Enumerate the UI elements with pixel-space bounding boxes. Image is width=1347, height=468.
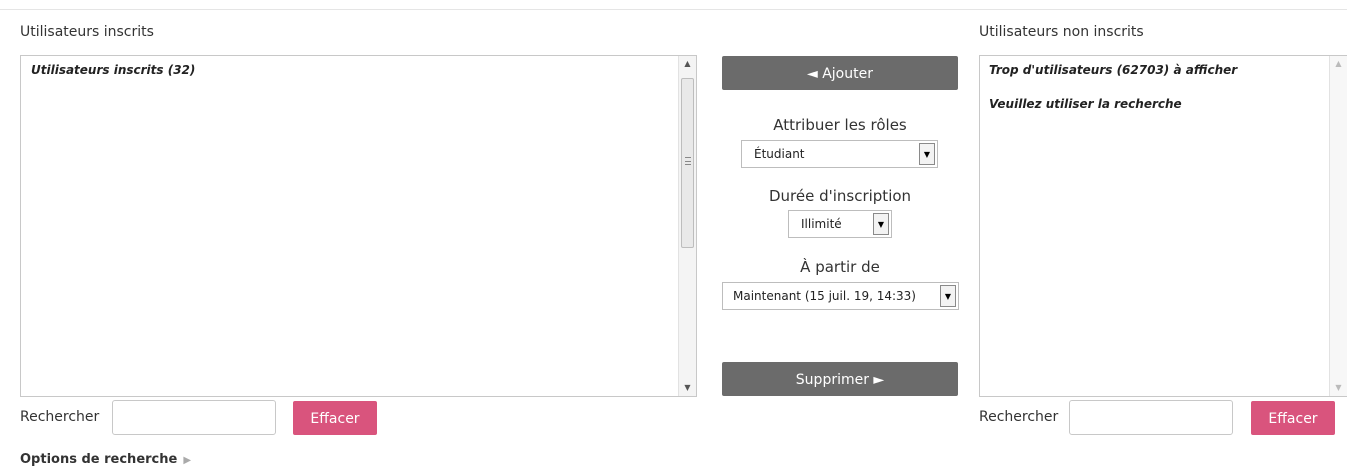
non-enrolled-users-title: Utilisateurs non inscrits — [979, 24, 1144, 40]
non-enrolled-search-input[interactable] — [1069, 400, 1233, 435]
chevron-right-icon: ▶ — [183, 455, 192, 466]
roles-select[interactable]: Étudiant ▼ — [741, 140, 938, 168]
enrolled-search-label: Rechercher — [20, 409, 100, 425]
list-item[interactable]: Veuillez utiliser la recherche — [989, 96, 1320, 112]
enrolled-users-scrollbar[interactable]: ▲ ▼ — [678, 56, 696, 396]
scroll-thumb[interactable] — [681, 78, 694, 248]
duration-select-value: Illimité — [801, 217, 842, 231]
scroll-up-icon[interactable]: ▲ — [1330, 56, 1347, 72]
start-from-label: À partir de — [800, 258, 880, 276]
chevron-down-icon[interactable]: ▼ — [873, 213, 889, 235]
remove-button[interactable]: Supprimer ► — [722, 362, 958, 396]
roles-select-value: Étudiant — [754, 147, 805, 161]
list-item[interactable]: Trop d'utilisateurs (62703) à afficher — [989, 62, 1320, 78]
assign-roles-label: Attribuer les rôles — [773, 116, 907, 134]
non-enrolled-clear-button[interactable]: Effacer — [1251, 401, 1335, 435]
scroll-up-icon[interactable]: ▲ — [679, 56, 696, 72]
scroll-down-icon[interactable]: ▼ — [679, 380, 696, 396]
search-options-toggle[interactable]: Options de recherche ▶ — [20, 452, 191, 467]
enrolled-clear-button[interactable]: Effacer — [293, 401, 377, 435]
duration-label: Durée d'inscription — [768, 187, 912, 205]
enrolled-search-input[interactable] — [112, 400, 276, 435]
enrolled-users-listbox[interactable]: Utilisateurs inscrits (32) ▲ ▼ — [20, 55, 697, 397]
scroll-down-icon[interactable]: ▼ — [1330, 380, 1347, 396]
start-from-select-value: Maintenant (15 juil. 19, 14:33) — [733, 289, 916, 303]
non-enrolled-users-listbox[interactable]: Trop d'utilisateurs (62703) à afficher V… — [979, 55, 1347, 397]
enrolled-users-title: Utilisateurs inscrits — [20, 24, 154, 40]
duration-select[interactable]: Illimité ▼ — [788, 210, 892, 238]
search-options-label: Options de recherche — [20, 452, 178, 467]
non-enrolled-search-label: Rechercher — [979, 409, 1059, 425]
chevron-down-icon[interactable]: ▼ — [940, 285, 956, 307]
top-divider — [0, 9, 1347, 10]
chevron-down-icon[interactable]: ▼ — [919, 143, 935, 165]
start-from-select[interactable]: Maintenant (15 juil. 19, 14:33) ▼ — [722, 282, 959, 310]
add-button[interactable]: ◄ Ajouter — [722, 56, 958, 90]
list-item[interactable]: Utilisateurs inscrits (32) — [31, 62, 668, 78]
non-enrolled-users-scrollbar[interactable]: ▲ ▼ — [1329, 56, 1347, 396]
